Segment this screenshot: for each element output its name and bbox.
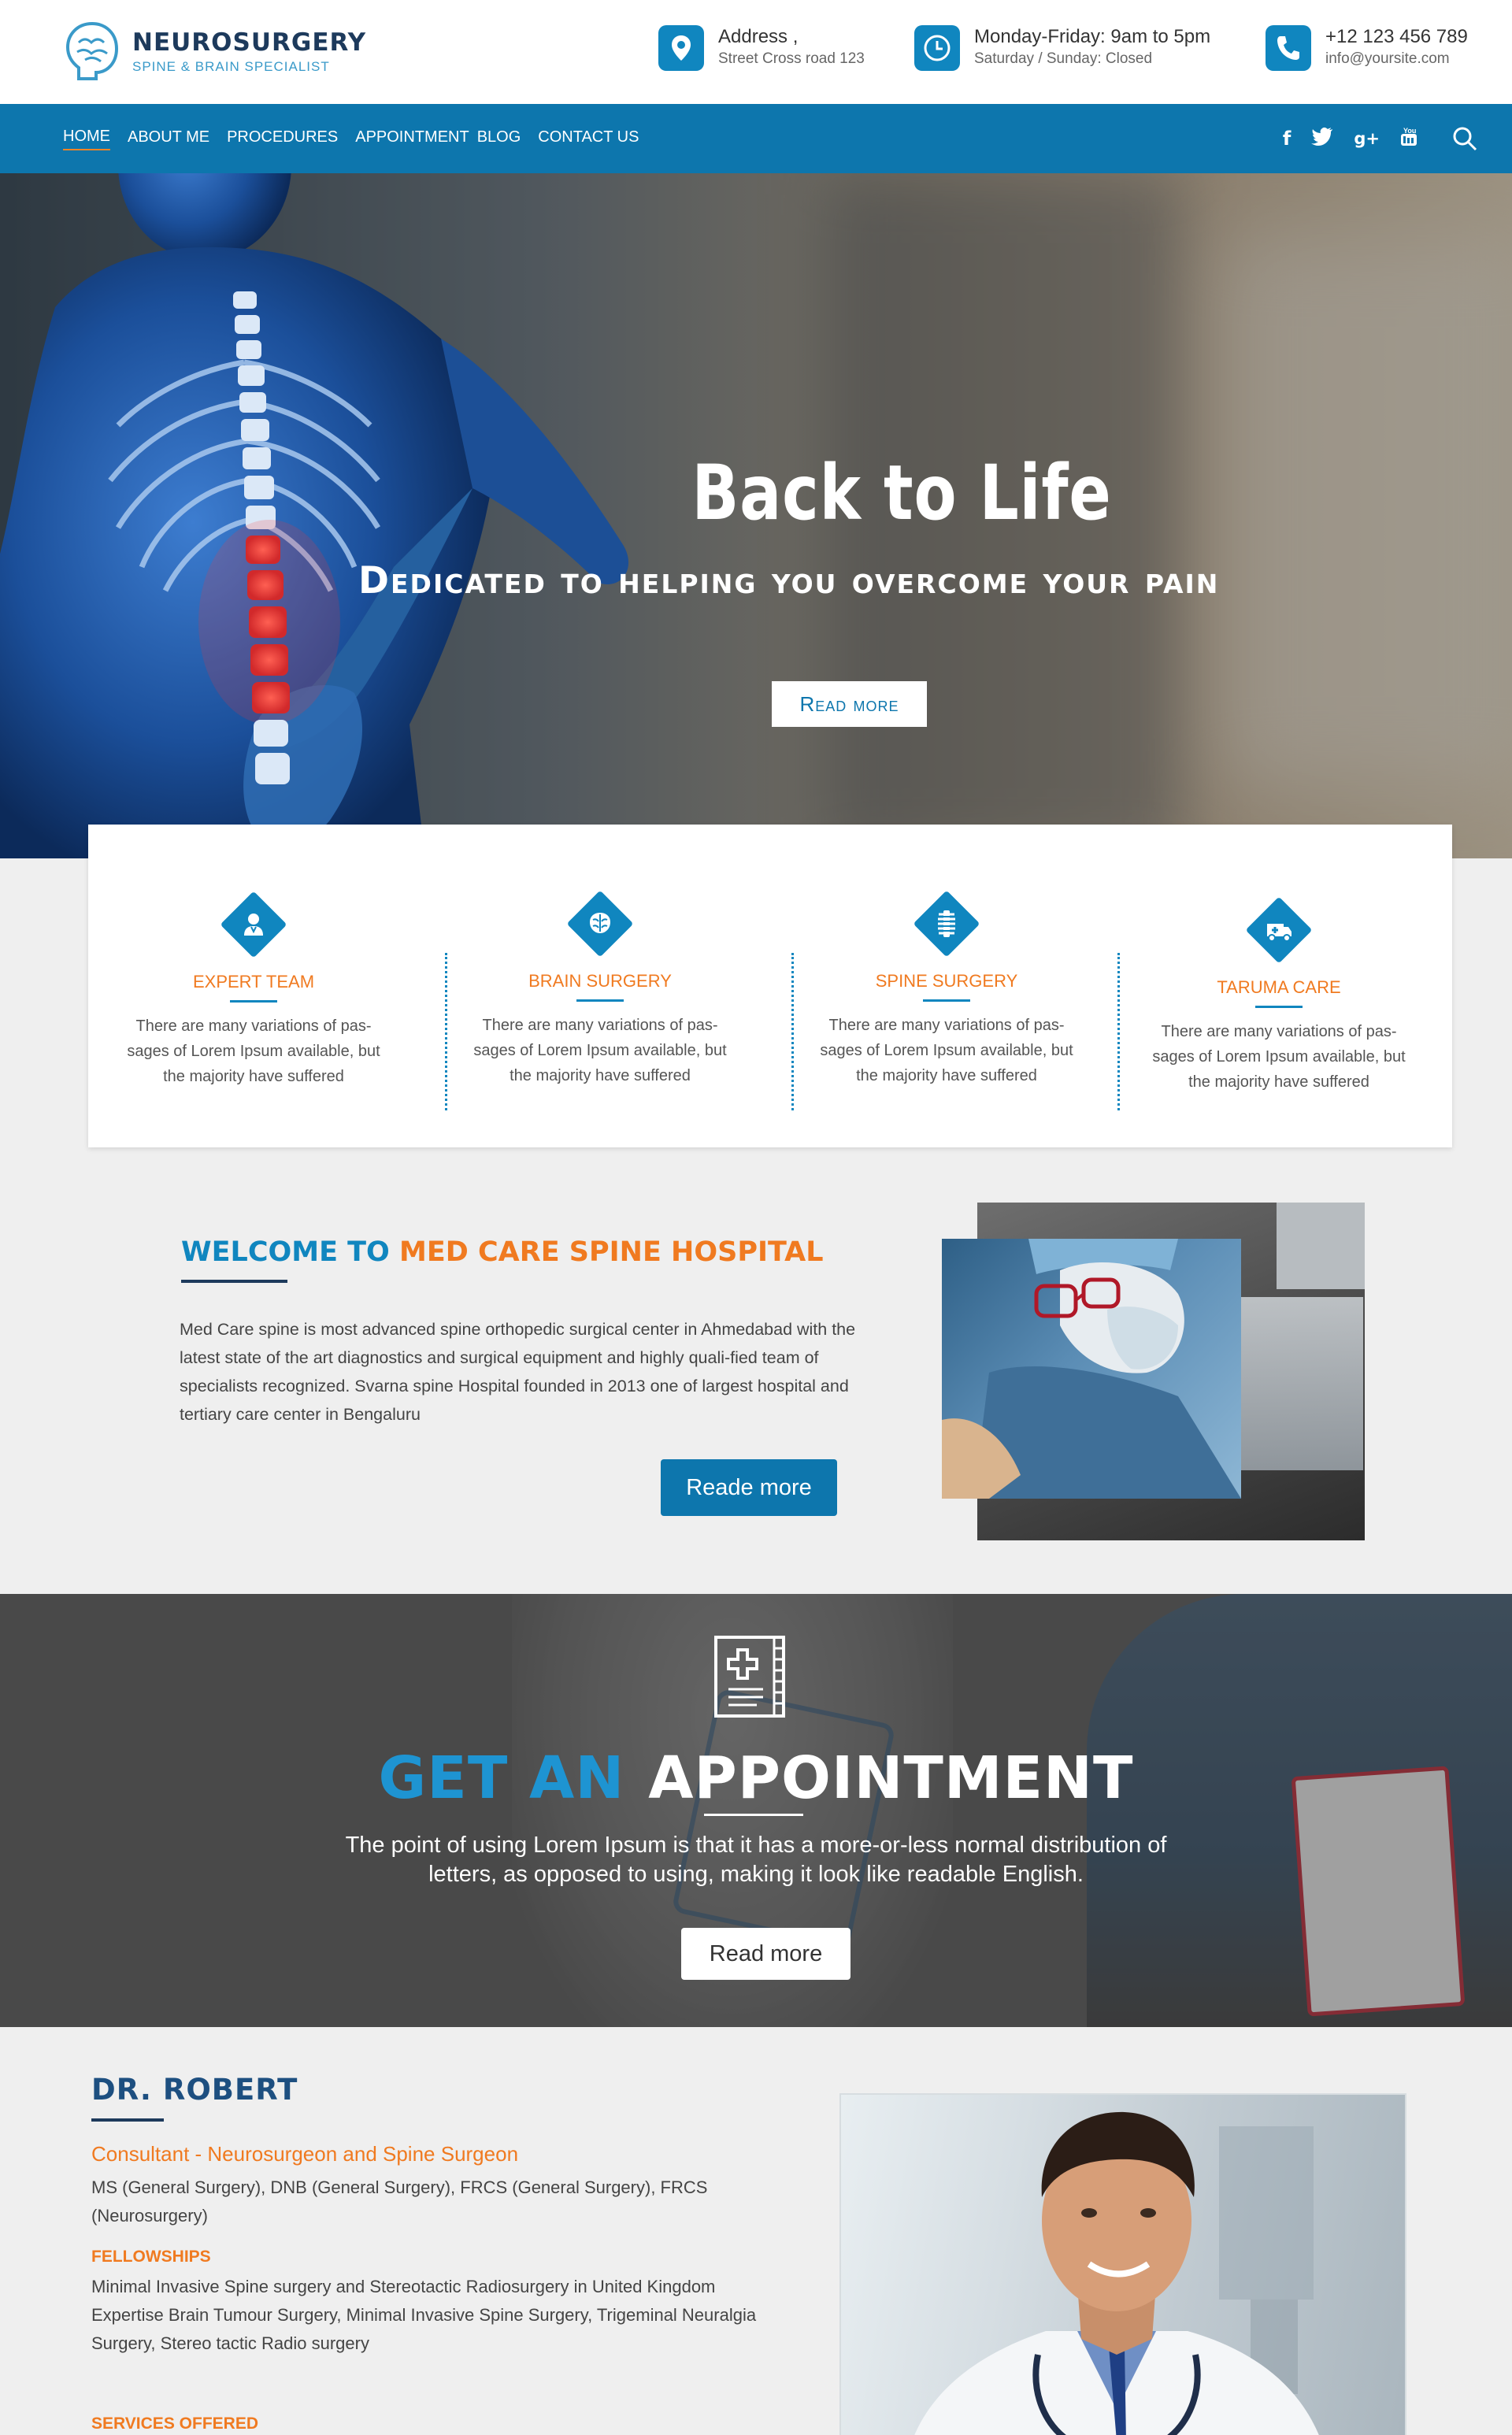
appointment-title-main: APPOINTMENT [648,1744,1134,1812]
appointment-paragraph: The point of using Lorem Ipsum is that i… [345,1833,1167,1887]
fellowships-heading: FELLOWSHIPS [91,2248,211,2266]
feature-description: There are many variations of pas-sages o… [820,1017,1073,1084]
welcome-title-prefix: WELCOME TO [181,1236,390,1268]
contact-hours: Monday-Friday: 9am to 5pm Saturday / Sun… [914,25,1210,71]
hero-subtitle: Dedicated to helping you overcome your p… [358,559,1220,602]
welcome-paragraph: Med Care spine is most advanced spine or… [180,1320,856,1424]
location-pin-icon [658,25,704,71]
phone-number[interactable]: +12 123 456 789 [1325,25,1468,49]
appointment-heading: GET AN APPOINTMENT [0,1744,1512,1812]
email-address[interactable]: info@yoursite.com [1325,49,1468,69]
address-label: Address , [718,26,799,47]
hours-weekday: Monday-Friday: 9am to 5pm [974,26,1211,47]
logo-title: NEUROSURGERY [132,28,367,57]
medical-record-icon [714,1636,785,1718]
surgeon-photo [942,1239,1241,1499]
welcome-title-highlight: MED CARE SPINE HOSPITAL [399,1236,824,1268]
welcome-underline [181,1280,287,1283]
nav-home[interactable]: HOME [63,128,110,150]
feature-description: There are many variations of pas-sages o… [473,1017,727,1084]
doctor-name: DR. ROBERT [91,2073,298,2107]
hero-banner: Back to Life Dedicated to helping you ov… [0,173,1512,858]
appointment-read-more-button[interactable]: Read more [681,1928,850,1980]
nav-procedures[interactable]: PROCEDURES [227,128,338,150]
doctor-role: Consultant - Neurosurgeon and Spine Surg… [91,2142,519,2166]
hero-read-more-button[interactable]: Read more [772,681,927,727]
nav-blog[interactable]: BLOG [477,128,521,150]
address-value: Street Cross road 123 [718,50,865,67]
feature-card[interactable]: BRAIN SURGERY There are many variations … [435,890,765,1088]
feature-title: EXPERT TEAM [192,972,315,991]
social-links: f g+ You [1262,104,1418,173]
nav-links: HOME ABOUT ME PROCEDURES APPOINTMENT BLO… [63,104,656,173]
twitter-icon[interactable] [1311,127,1333,150]
services-heading: SERVICES OFFERED [91,2415,258,2433]
search-icon[interactable] [1451,124,1479,153]
contact-phone: +12 123 456 789 info@yoursite.com [1266,25,1468,71]
hero-title: Back to Life [691,449,1112,537]
feature-title: BRAIN SURGERY [528,971,672,991]
feature-card[interactable]: TARUMA CARE There are many variations of… [1114,896,1444,1095]
logo-subtitle: SPINE & BRAIN SPECIALIST [132,59,330,74]
doctor-photo [839,2093,1406,2435]
doctor-underline [91,2118,164,2122]
nav-contact[interactable]: CONTACT US [538,128,639,150]
doctor-icon [220,891,287,958]
hours-weekend: Saturday / Sunday: Closed [974,50,1153,67]
main-nav: HOME ABOUT ME PROCEDURES APPOINTMENT BLO… [0,104,1512,173]
phone-icon [1266,25,1311,71]
feature-title: TARUMA CARE [1217,977,1341,997]
nav-appointment[interactable]: APPOINTMENT [355,128,469,150]
welcome-heading: WELCOME TO MED CARE SPINE HOSPITAL [181,1236,824,1268]
feature-card[interactable]: SPINE SURGERY There are many variations … [781,890,1112,1088]
feature-card[interactable]: EXPERT TEAM There are many variations of… [88,891,419,1089]
fellowships-text: Minimal Invasive Spine surgery and Stere… [91,2277,757,2353]
brain-icon [566,890,634,958]
feature-description: There are many variations of pas-sages o… [127,1017,380,1085]
brain-logo-icon [65,21,119,80]
welcome-read-more-button[interactable]: Reade more [661,1459,837,1516]
contact-address: Address , Street Cross road 123 [658,25,865,71]
top-header: NEUROSURGERY SPINE & BRAIN SPECIALIST Ad… [0,0,1512,104]
feature-description: There are many variations of pas-sages o… [1152,1023,1406,1091]
appointment-underline [704,1814,803,1816]
svg-text:You: You [1403,127,1416,135]
nav-about[interactable]: ABOUT ME [128,128,209,150]
clock-icon [914,25,960,71]
logo[interactable]: NEUROSURGERY SPINE & BRAIN SPECIALIST [61,19,366,85]
facebook-icon[interactable]: f [1283,128,1291,150]
youtube-icon[interactable]: You [1400,126,1418,151]
spine-icon [913,890,980,958]
feature-title: SPINE SURGERY [875,971,1018,991]
appointment-title-prefix: GET AN [378,1744,625,1812]
features-panel: EXPERT TEAM There are many variations of… [88,825,1452,1147]
doctor-qualifications: MS (General Surgery), DNB (General Surge… [91,2177,708,2226]
google-plus-icon[interactable]: g+ [1354,129,1380,148]
ambulance-icon [1245,896,1313,964]
